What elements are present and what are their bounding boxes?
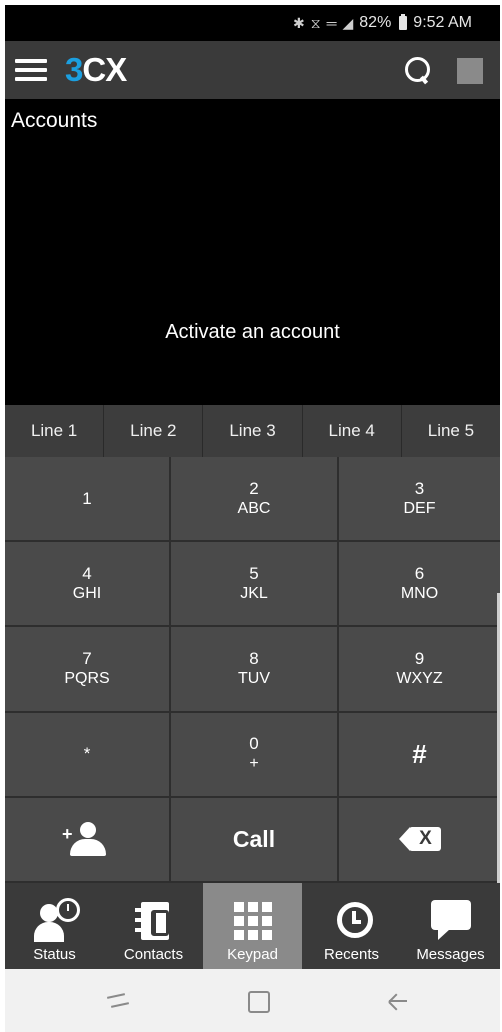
status-icon (32, 898, 80, 942)
nav-label: Messages (416, 946, 485, 963)
key-digit: 9 (414, 648, 425, 668)
key-6[interactable]: 6 MNO (339, 542, 500, 628)
accounts-title: Accounts (11, 109, 98, 132)
call-button[interactable]: Call (171, 797, 339, 883)
key-digit: 2 (249, 478, 259, 498)
accounts-panel: Accounts Activate an account (5, 99, 500, 405)
recent-apps-icon[interactable] (107, 995, 129, 1007)
add-contact-button[interactable]: + (5, 797, 171, 883)
lte-icon: ═ (326, 15, 337, 31)
nav-label: Status (33, 946, 76, 963)
key-letters: + (249, 755, 259, 773)
nav-messages[interactable]: Messages (401, 883, 500, 969)
app-bar: 3CX (5, 41, 500, 99)
avatar-icon[interactable] (457, 58, 483, 84)
nav-label: Keypad (227, 946, 278, 963)
app-frame: ✱ ⧖ ═ ◢ 82% 9:52 AM 3CX Accounts Activat… (5, 5, 500, 1032)
bluetooth-icon: ✱ (293, 14, 305, 31)
scrollbar[interactable] (497, 593, 500, 885)
nav-label: Contacts (123, 946, 184, 963)
backspace-button[interactable]: X (339, 797, 500, 883)
nav-contacts[interactable]: Contacts (104, 883, 203, 969)
tab-line-2[interactable]: Line 2 (104, 405, 204, 457)
key-4[interactable]: 4 GHI (5, 542, 171, 628)
key-0[interactable]: 0 + (171, 712, 339, 798)
key-1[interactable]: 1 (5, 457, 171, 543)
tab-line-1[interactable]: Line 1 (5, 405, 105, 457)
alarm-icon: ⧖ (310, 14, 321, 31)
signal-icon: ◢ (342, 14, 354, 31)
key-letters: DEF (403, 499, 436, 517)
backspace-icon: X (398, 827, 441, 852)
key-letters: MNO (400, 584, 439, 602)
logo-letters: CX (82, 51, 127, 88)
tab-line-4[interactable]: Line 4 (303, 405, 402, 457)
contacts-icon (131, 898, 177, 942)
search-icon[interactable] (403, 55, 433, 85)
key-letters: ABC (237, 499, 271, 517)
tab-line-3[interactable]: Line 3 (203, 405, 303, 457)
bottom-nav: Status Contacts Keypad Recents Messages (5, 883, 500, 969)
key-letters: TUV (238, 669, 270, 687)
key-digit: 6 (414, 563, 425, 583)
tab-line-5[interactable]: Line 5 (402, 405, 500, 457)
dial-keypad: 1 2 ABC 3 DEF 4 GHI 5 JKL 6 MNO 7 PQRS 8 (5, 457, 500, 883)
key-digit: * (83, 744, 91, 764)
key-letters: PQRS (64, 669, 110, 687)
key-letters: WXYZ (396, 669, 443, 687)
messages-icon (428, 898, 474, 942)
battery-percent: 82% (359, 14, 392, 31)
add-contact-plus: + (62, 824, 73, 845)
hamburger-icon[interactable] (15, 59, 47, 81)
logo-digit: 3 (65, 51, 83, 88)
key-5[interactable]: 5 JKL (171, 542, 339, 628)
call-label: Call (232, 825, 276, 852)
key-digit: 8 (249, 648, 259, 668)
key-letters: GHI (72, 584, 102, 602)
keypad-icon (230, 900, 276, 942)
recents-icon (329, 898, 375, 942)
key-9[interactable]: 9 WXYZ (339, 627, 500, 713)
battery-icon (399, 14, 408, 30)
nav-label: Recents (323, 946, 380, 963)
nav-recents[interactable]: Recents (302, 883, 401, 969)
backspace-x: X (419, 828, 432, 850)
key-star[interactable]: * (5, 712, 171, 798)
nav-status[interactable]: Status (5, 883, 104, 969)
key-7[interactable]: 7 PQRS (5, 627, 171, 713)
key-digit: 1 (82, 488, 92, 508)
key-8[interactable]: 8 TUV (171, 627, 339, 713)
key-hash[interactable]: # (339, 712, 500, 798)
key-3[interactable]: 3 DEF (339, 457, 500, 543)
key-letters: JKL (240, 584, 268, 602)
activate-account-link[interactable]: Activate an account (5, 321, 500, 344)
system-nav-bar (5, 969, 500, 1032)
home-icon[interactable] (248, 991, 270, 1013)
back-icon[interactable] (386, 991, 408, 1011)
nav-keypad[interactable]: Keypad (203, 883, 302, 969)
app-logo: 3CX (65, 51, 127, 88)
key-digit: 3 (414, 478, 425, 498)
status-bar: ✱ ⧖ ═ ◢ 82% 9:52 AM (5, 5, 500, 41)
line-tabs: Line 1 Line 2 Line 3 Line 4 Line 5 (5, 405, 500, 457)
key-digit: 5 (249, 563, 259, 583)
key-digit: # (412, 738, 427, 769)
key-2[interactable]: 2 ABC (171, 457, 339, 543)
key-digit: 4 (82, 563, 92, 583)
key-digit: 7 (82, 648, 92, 668)
key-digit: 0 (249, 734, 259, 754)
status-time: 9:52 AM (413, 14, 472, 31)
add-contact-icon: + (62, 822, 112, 857)
